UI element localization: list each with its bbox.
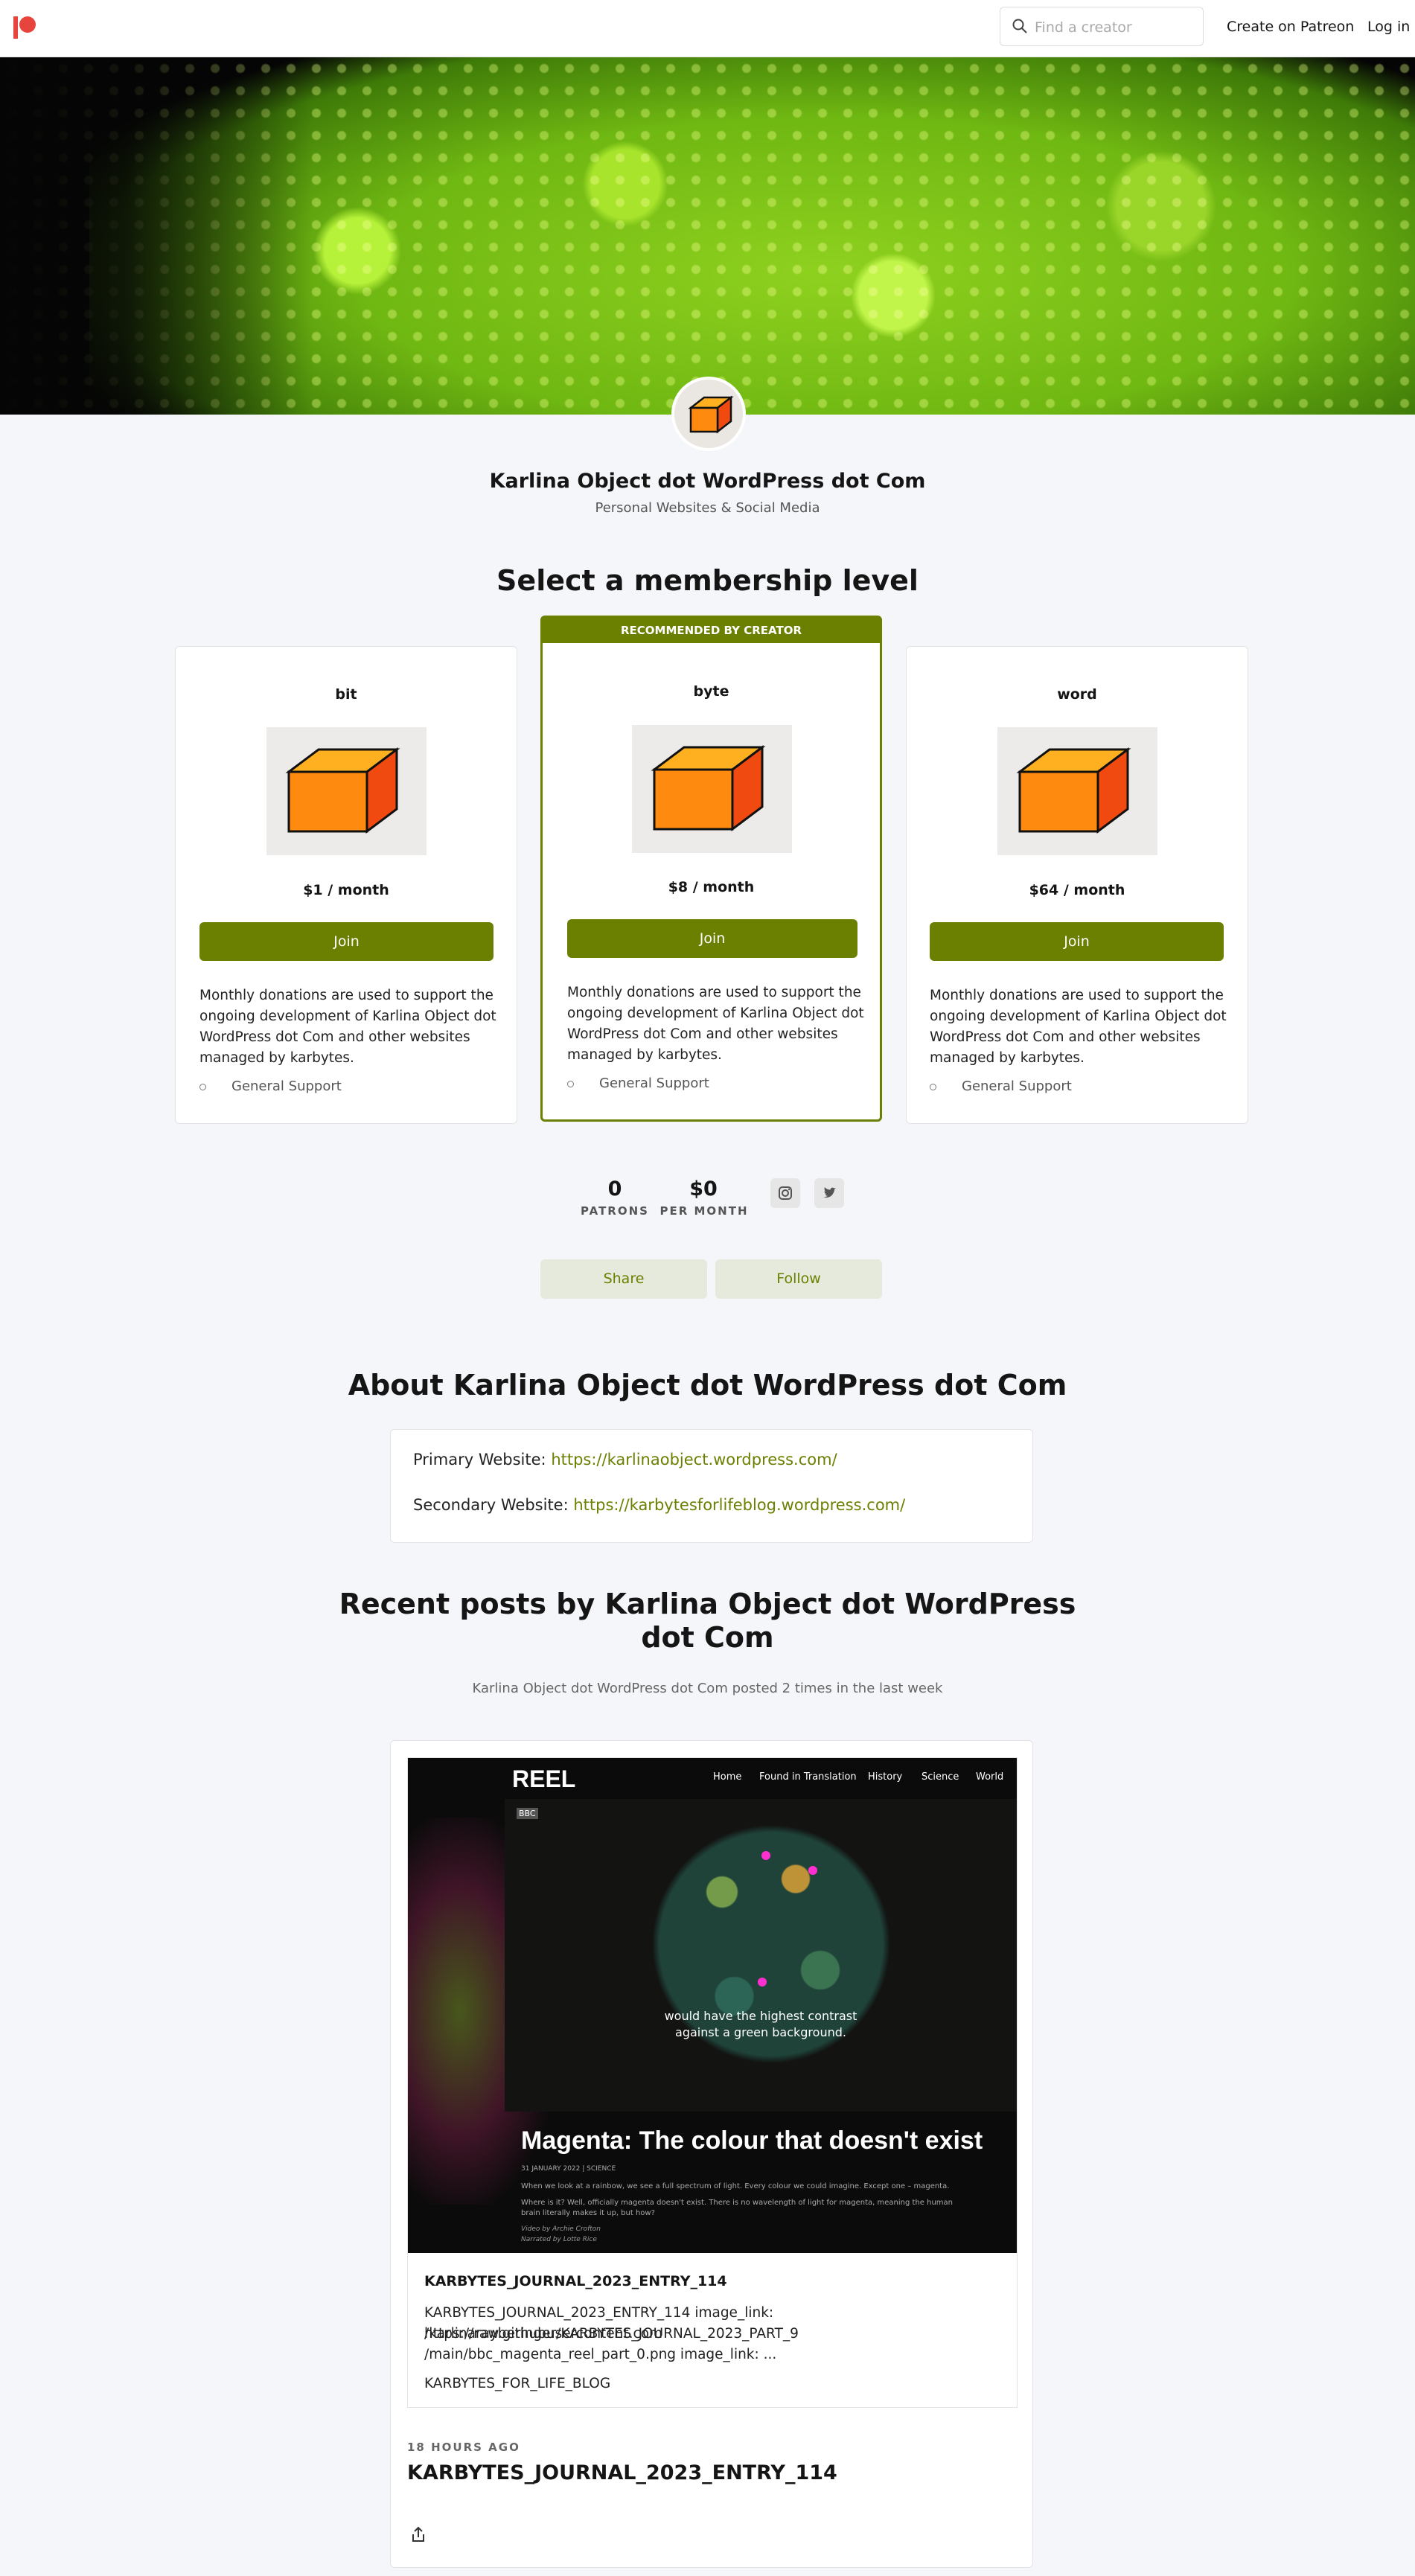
post-timestamp: 18 HOURS AGO <box>407 2441 520 2454</box>
secondary-website: Secondary Website: https://karbytesforli… <box>413 1496 906 1514</box>
share-post-button[interactable] <box>407 2524 429 2546</box>
tier-description: Monthly donations are used to support th… <box>930 988 1227 1066</box>
recommended-badge: RECOMMENDED BY CREATOR <box>540 616 882 645</box>
tier-name: word <box>1057 686 1097 703</box>
search-input[interactable] <box>1033 15 1192 40</box>
twitter-icon <box>823 1187 836 1198</box>
tier-card-bit: bit $1 / month Join Monthly donations ar… <box>175 646 517 1124</box>
creator-category: Personal Websites & Social Media <box>595 500 820 516</box>
share-icon <box>412 2526 424 2542</box>
tier-benefit: General Support <box>567 1076 709 1091</box>
tier-card-word: word $64 / month Join Monthly donations … <box>906 646 1248 1124</box>
top-nav: Create on Patreon Log in <box>0 0 1415 57</box>
tier-image <box>997 727 1157 855</box>
embed-footer: KARBYTES_FOR_LIFE_BLOG <box>424 2376 611 2391</box>
twitter-link[interactable] <box>814 1178 844 1208</box>
post-card: REEL Home Found in Translation History S… <box>390 1740 1033 2568</box>
tier-name: byte <box>693 683 729 700</box>
tier-description: Monthly donations are used to support th… <box>567 985 864 1063</box>
patrons-label: PATRONS <box>581 1204 649 1218</box>
share-button[interactable]: Share <box>540 1259 707 1299</box>
create-on-patreon-link[interactable]: Create on Patreon <box>1227 19 1354 35</box>
embed-title: KARBYTES_JOURNAL_2023_ENTRY_114 <box>424 2273 727 2289</box>
tier-price: $8 / month <box>668 879 755 895</box>
join-button[interactable]: Join <box>567 919 857 958</box>
tier-price: $1 / month <box>303 882 389 898</box>
instagram-icon <box>779 1186 792 1200</box>
per-month-amount: $0 <box>689 1177 718 1201</box>
cover-banner <box>0 57 1415 415</box>
creator-name: Karlina Object dot WordPress dot Com <box>489 470 926 493</box>
cube-icon <box>651 745 766 831</box>
post-embed[interactable]: REEL Home Found in Translation History S… <box>407 1757 1018 2408</box>
login-link[interactable]: Log in <box>1367 19 1410 35</box>
recent-posts-title-cont: dot Com <box>641 1621 774 1654</box>
cube-icon <box>285 747 400 834</box>
secondary-website-link[interactable]: https://karbytesforlifeblog.wordpress.co… <box>573 1496 905 1514</box>
join-button[interactable]: Join <box>930 922 1224 961</box>
tier-card-byte: byte $8 / month Join Monthly donations a… <box>540 643 882 1122</box>
creator-avatar <box>671 377 746 451</box>
primary-website-link[interactable]: https://karlinaobject.wordpress.com/ <box>551 1451 837 1468</box>
join-button[interactable]: Join <box>199 922 494 961</box>
tier-image <box>632 725 792 853</box>
about-box: Primary Website: https://karlinaobject.w… <box>390 1429 1033 1543</box>
recent-posts-title: Recent posts by Karlina Object dot WordP… <box>339 1588 1076 1620</box>
post-embed-image: REEL Home Found in Translation History S… <box>408 1758 1017 2253</box>
follow-button[interactable]: Follow <box>715 1259 882 1299</box>
embed-text-line: /main/bbc_magenta_reel_part_0.png image_… <box>424 2347 777 2362</box>
patreon-logo-icon[interactable] <box>12 15 39 42</box>
per-month-label: PER MONTH <box>659 1204 749 1218</box>
tier-benefit: General Support <box>199 1078 342 1094</box>
search-box[interactable] <box>1000 7 1204 46</box>
embed-text-line: /karlinarayberinger/KARBYTES_JOURNAL_202… <box>424 2326 799 2342</box>
tier-description: Monthly donations are used to support th… <box>199 988 496 1066</box>
posted-info: Karlina Object dot WordPress dot Com pos… <box>472 1681 943 1696</box>
tier-name: bit <box>335 686 357 703</box>
cube-icon <box>688 395 734 434</box>
instagram-link[interactable] <box>770 1178 800 1208</box>
primary-website: Primary Website: https://karlinaobject.w… <box>413 1451 837 1468</box>
cube-icon <box>1016 747 1131 834</box>
tier-image <box>266 727 427 855</box>
tier-benefit: General Support <box>930 1078 1072 1094</box>
tier-price: $64 / month <box>1029 882 1125 898</box>
post-title[interactable]: KARBYTES_JOURNAL_2023_ENTRY_114 <box>407 2461 837 2484</box>
about-title: About Karlina Object dot WordPress dot C… <box>348 1369 1067 1402</box>
patrons-count: 0 <box>607 1177 622 1201</box>
membership-title: Select a membership level <box>496 564 919 597</box>
search-icon <box>1012 19 1027 33</box>
